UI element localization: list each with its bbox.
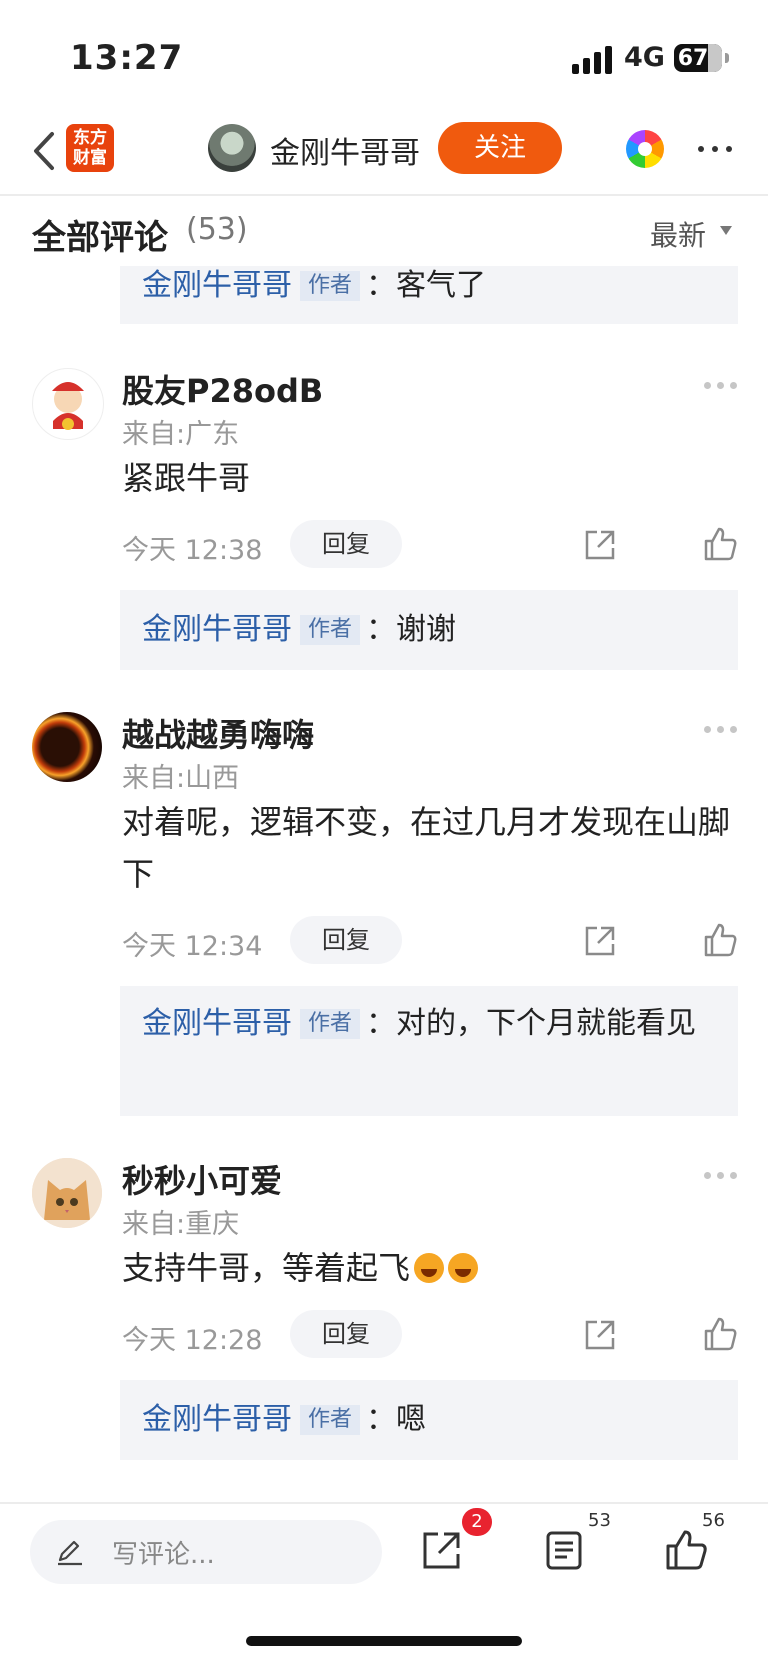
status-bar: 13:27 4G 67	[0, 0, 768, 110]
comment-more-icon[interactable]	[704, 382, 738, 392]
comment-more-icon[interactable]	[704, 1172, 738, 1182]
reply-separator: ：	[366, 268, 397, 303]
more-icon[interactable]	[698, 136, 734, 160]
logo-line-1: 东方	[73, 128, 107, 148]
reply-text: 嗯	[396, 1402, 427, 1437]
comment-input[interactable]: 写评论...	[30, 1520, 382, 1584]
reply-author-name[interactable]: 金刚牛哥哥	[142, 268, 292, 303]
user-location: 来自:广东	[122, 419, 240, 450]
author-name[interactable]: 金刚牛哥哥	[270, 128, 420, 172]
reply-text: 谢谢	[396, 612, 457, 647]
like-count: 56	[702, 1510, 725, 1531]
back-arrow-icon[interactable]	[24, 128, 70, 174]
like-icon[interactable]	[702, 922, 738, 958]
reply-box[interactable]: 金刚牛哥哥 作者 ：对的，下个月就能看见	[120, 986, 738, 1116]
reply-text: 对的，下个月就能看见	[396, 1006, 697, 1041]
reply-box[interactable]: 金刚牛哥哥 作者 ：谢谢	[120, 590, 738, 670]
user-avatar[interactable]	[32, 712, 102, 782]
reply-box[interactable]: 金刚牛哥哥 作者 ：客气了	[120, 266, 738, 324]
comment-input-placeholder: 写评论...	[112, 1540, 215, 1570]
nav-bar: 东方 财富 金刚牛哥哥 关注	[0, 110, 768, 196]
share-icon[interactable]	[583, 924, 617, 958]
user-location: 来自:山西	[122, 763, 240, 794]
reply-separator: ：	[366, 1402, 397, 1437]
comment-text: 支持牛哥，等着起飞	[122, 1242, 742, 1294]
like-icon[interactable]	[702, 1316, 738, 1352]
battery-level: 67	[677, 45, 709, 71]
caret-down-icon	[720, 226, 732, 235]
share-icon[interactable]	[583, 1318, 617, 1352]
comment-text: 紧跟牛哥	[122, 459, 251, 497]
sort-dropdown[interactable]: 最新	[650, 214, 706, 254]
color-wheel-icon[interactable]	[626, 130, 664, 168]
comment-more-icon[interactable]	[704, 726, 738, 736]
reply-author-name[interactable]: 金刚牛哥哥	[142, 612, 292, 647]
reply-button[interactable]: 回复	[290, 520, 402, 568]
reply-author-name[interactable]: 金刚牛哥哥	[142, 1006, 292, 1041]
reply-box[interactable]: 金刚牛哥哥 作者 ：嗯	[120, 1380, 738, 1460]
comment-time: 今天 12:38	[122, 535, 263, 566]
comment-time: 今天 12:34	[122, 931, 263, 962]
comment-list-icon[interactable]	[542, 1528, 586, 1572]
author-tag: 作者	[300, 1009, 361, 1039]
username[interactable]: 越战越勇嗨嗨	[122, 710, 314, 756]
laughing-emoji-icon	[448, 1253, 479, 1283]
reply-separator: ：	[366, 612, 397, 647]
share-icon[interactable]	[583, 528, 617, 562]
username[interactable]: 秒秒小可爱	[122, 1156, 282, 1202]
laughing-emoji-icon	[414, 1253, 445, 1283]
reply-text: 客气了	[396, 268, 487, 303]
username[interactable]: 股友P28odB	[122, 366, 323, 412]
status-time: 13:27	[70, 38, 184, 78]
comment-time: 今天 12:28	[122, 1325, 263, 1356]
home-indicator[interactable]	[246, 1636, 522, 1646]
like-icon[interactable]	[702, 526, 738, 562]
user-location: 来自:重庆	[122, 1209, 240, 1240]
reply-separator: ：	[366, 1006, 397, 1041]
reply-button[interactable]: 回复	[290, 1310, 402, 1358]
network-type: 4G	[624, 42, 665, 73]
bottom-bar: 写评论... 2 53 56	[0, 1502, 768, 1665]
comments-header: 全部评论 (53) 最新	[0, 196, 768, 266]
thumbs-up-icon[interactable]	[664, 1528, 708, 1572]
comment-count: 53	[588, 1510, 611, 1531]
logo-line-2: 财富	[73, 148, 107, 168]
pencil-icon	[58, 1540, 82, 1566]
author-avatar[interactable]	[208, 124, 256, 172]
author-tag: 作者	[300, 271, 361, 301]
author-tag: 作者	[300, 615, 361, 645]
follow-button[interactable]: 关注	[438, 122, 562, 174]
comment-text: 对着呢，逻辑不变，在过几月才发现在山脚下	[122, 803, 731, 893]
app-logo[interactable]: 东方 财富	[66, 124, 114, 172]
comment-text-content: 支持牛哥，等着起飞	[122, 1249, 411, 1287]
signal-icon	[572, 46, 614, 74]
reply-button[interactable]: 回复	[290, 916, 402, 964]
author-tag: 作者	[300, 1405, 361, 1435]
reply-author-name[interactable]: 金刚牛哥哥	[142, 1402, 292, 1437]
user-avatar[interactable]	[32, 368, 104, 440]
share-badge: 2	[462, 1508, 492, 1536]
user-avatar[interactable]	[32, 1158, 102, 1228]
comments-count: (53)	[186, 212, 248, 247]
comments-title: 全部评论	[32, 218, 168, 258]
share-icon[interactable]	[420, 1528, 464, 1572]
battery-icon: 67	[674, 44, 729, 72]
